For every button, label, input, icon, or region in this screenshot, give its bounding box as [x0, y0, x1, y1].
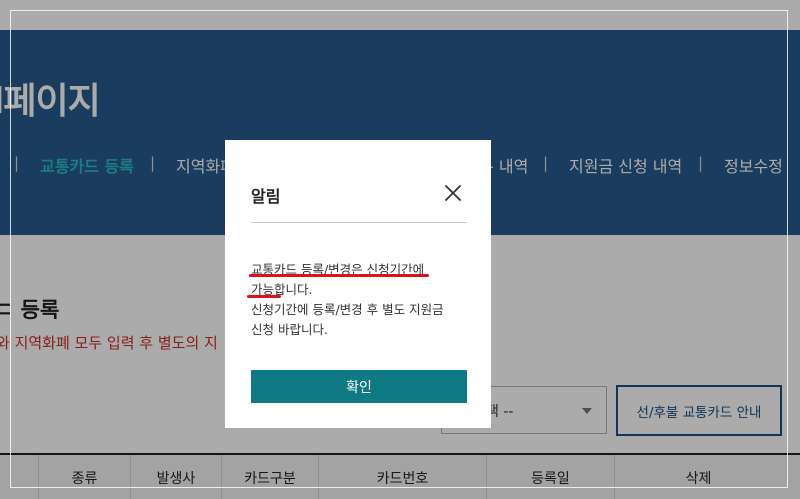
close-icon[interactable]	[444, 184, 462, 202]
annotation-underline	[249, 274, 429, 277]
annotation-underline	[247, 295, 281, 298]
modal-title: 알림	[251, 187, 281, 206]
modal-message-line: 신청 바랍니다.	[251, 322, 328, 337]
confirm-button[interactable]: 확인	[251, 370, 467, 403]
modal-divider	[251, 222, 467, 223]
alert-modal: 알림 교통카드 등록/변경은 신청기간에 가능합니다. 신청기간에 등록/변경 …	[225, 140, 491, 428]
page: l페이지 | 교통카드 등록 | 지역화폐 - 내역 | 지원금 신청 내역 |…	[0, 0, 800, 499]
modal-message-line: 신청기간에 등록/변경 후 별도 지원금	[251, 302, 444, 317]
